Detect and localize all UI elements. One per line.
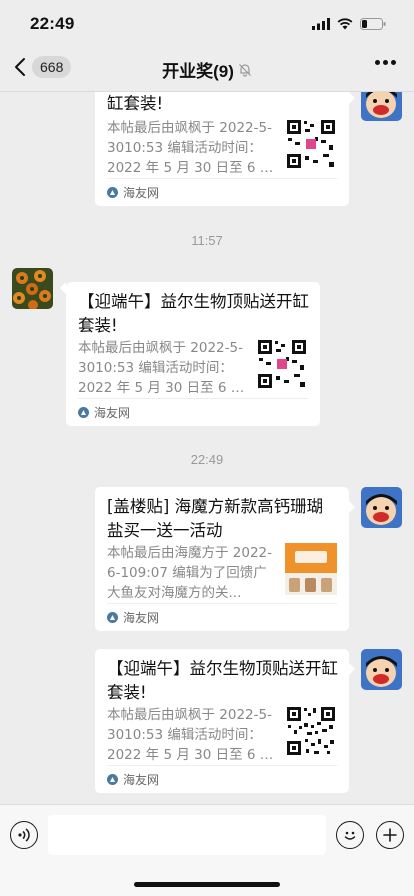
signal-icon: [312, 18, 330, 30]
bubble-tail: [349, 92, 355, 104]
more-button[interactable]: [375, 60, 396, 65]
qr-code-thumbnail: [285, 705, 337, 757]
more-functions-button[interactable]: [376, 821, 404, 849]
card-source-name: 海友网: [94, 406, 131, 420]
plus-icon: [383, 828, 397, 842]
coral-photo-icon: [12, 268, 53, 309]
mute-bell-icon: [238, 63, 251, 77]
battery-icon: [360, 18, 386, 30]
chat-area[interactable]: 缸套装! 本帖最后由飒枫于 2022-5-3010:53 编辑活动时间：2022…: [0, 92, 414, 804]
emoji-icon: [344, 831, 356, 840]
chevron-left-icon: [15, 58, 25, 76]
my-avatar[interactable]: [361, 487, 402, 528]
card-source: 海友网: [107, 765, 337, 793]
card-description: 本帖最后由飒枫于 2022-5-3010:53 编辑活动时间：2022 年 5 …: [107, 707, 274, 763]
card-source: 海友网: [107, 178, 337, 206]
sender-avatar[interactable]: [12, 268, 53, 309]
unread-count-badge: 668: [32, 56, 72, 78]
card-title: 缸套装!: [107, 94, 164, 113]
back-button[interactable]: 668: [14, 56, 72, 78]
shared-link-card[interactable]: 【迎端午】益尔生物顶贴送开缸套装! 本帖最后由飒枫于 2022-5-3010:5…: [95, 649, 349, 793]
status-bar: 22:49: [0, 0, 414, 48]
home-indicator[interactable]: [134, 882, 280, 887]
card-source-name: 海友网: [123, 611, 160, 625]
emoji-button[interactable]: [336, 821, 364, 849]
site-logo-icon: [78, 407, 89, 418]
site-logo-icon: [107, 187, 118, 198]
shared-link-card[interactable]: 【迎端午】益尔生物顶贴送开缸套装! 本帖最后由飒枫于 2022-5-3010:5…: [66, 282, 320, 426]
voice-button[interactable]: [10, 821, 38, 849]
cartoon-boy-icon: [361, 487, 402, 528]
bubble-tail: [349, 501, 355, 513]
site-logo-icon: [107, 774, 118, 785]
cartoon-boy-icon: [361, 92, 402, 121]
card-source-name: 海友网: [123, 186, 160, 200]
card-description: 本帖最后由飒枫于 2022-5-3010:53 编辑活动时间：2022 年 5 …: [107, 120, 274, 176]
site-logo-icon: [107, 612, 118, 623]
more-dot: [391, 60, 396, 65]
card-description: 本帖最后由飒枫于 2022-5-3010:53 编辑活动时间：2022 年 5 …: [78, 340, 245, 396]
voice-icon: [18, 828, 30, 842]
card-title: 【迎端午】益尔生物顶贴送开缸套装!: [78, 292, 309, 335]
card-source: 海友网: [107, 603, 337, 631]
bubble-tail: [349, 663, 355, 675]
card-source-name: 海友网: [123, 773, 160, 787]
nav-bar: 668 开业奖(9): [0, 48, 414, 92]
more-dot: [383, 60, 388, 65]
chat-title: 开业奖(9): [162, 57, 252, 82]
my-avatar[interactable]: [361, 649, 402, 690]
shared-link-card[interactable]: [盖楼贴] 海魔方新款高钙珊瑚盐买一送一活动 本帖最后由海魔方于 2022-6-…: [95, 487, 349, 631]
qr-code-thumbnail: [256, 338, 308, 390]
card-source: 海友网: [78, 398, 308, 426]
card-title: [盖楼贴] 海魔方新款高钙珊瑚盐买一送一活动: [107, 497, 324, 540]
shared-link-card[interactable]: 缸套装! 本帖最后由飒枫于 2022-5-3010:53 编辑活动时间：2022…: [95, 92, 349, 206]
cartoon-boy-icon: [361, 649, 402, 690]
card-title: 【迎端午】益尔生物顶贴送开缸套装!: [107, 659, 338, 702]
status-time: 22:49: [30, 14, 75, 33]
timestamp: 22:49: [190, 452, 224, 467]
chat-title-text: 开业奖(9): [162, 62, 234, 81]
card-description: 本帖最后由海魔方于 2022-6-109:07 编辑为了回馈广大鱼友对海魔方的关…: [107, 545, 273, 601]
product-image-thumbnail: [285, 543, 337, 595]
my-avatar[interactable]: [361, 92, 402, 121]
more-dot: [375, 60, 380, 65]
wifi-icon: [337, 18, 353, 30]
timestamp: 11:57: [191, 233, 223, 248]
qr-code-thumbnail: [285, 118, 337, 170]
message-input[interactable]: [48, 815, 326, 855]
status-icons: [312, 18, 386, 30]
